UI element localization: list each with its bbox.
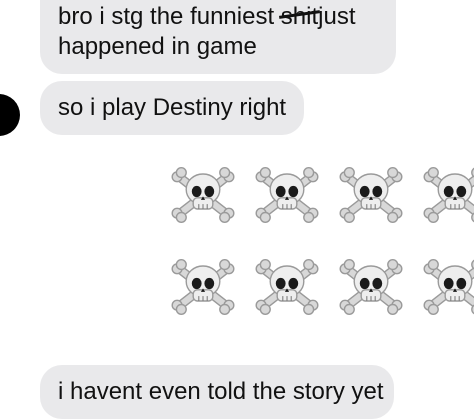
message-bubble-1[interactable]: bro i stg the funniest shitjust happened…	[40, 0, 396, 74]
skull-and-crossbones-icon	[171, 167, 235, 223]
message-1-struck-word: shit	[280, 3, 319, 30]
skull-and-crossbones-icon	[423, 167, 474, 223]
message-1-line2: happened in game	[58, 33, 257, 60]
message-1-line1-suffix: just	[318, 3, 356, 30]
message-3-text: i havent even told the story yet	[58, 378, 384, 405]
skull-and-crossbones-icon	[255, 167, 319, 223]
conversation-view: bro i stg the funniest shitjust happened…	[0, 0, 474, 420]
message-2-text: so i play Destiny right	[58, 94, 287, 121]
emoji-message[interactable]	[168, 160, 474, 340]
skull-and-crossbones-icon	[171, 259, 235, 315]
message-bubble-2[interactable]: so i play Destiny right	[40, 81, 304, 135]
avatar[interactable]	[0, 94, 20, 136]
skull-and-crossbones-icon	[255, 259, 319, 315]
skull-and-crossbones-icon	[339, 259, 403, 315]
skull-and-crossbones-icon	[339, 167, 403, 223]
message-bubble-3[interactable]: i havent even told the story yet	[40, 365, 394, 419]
skull-and-crossbones-icon	[423, 259, 474, 315]
message-1-line1-prefix: bro i stg the funniest	[58, 3, 281, 30]
